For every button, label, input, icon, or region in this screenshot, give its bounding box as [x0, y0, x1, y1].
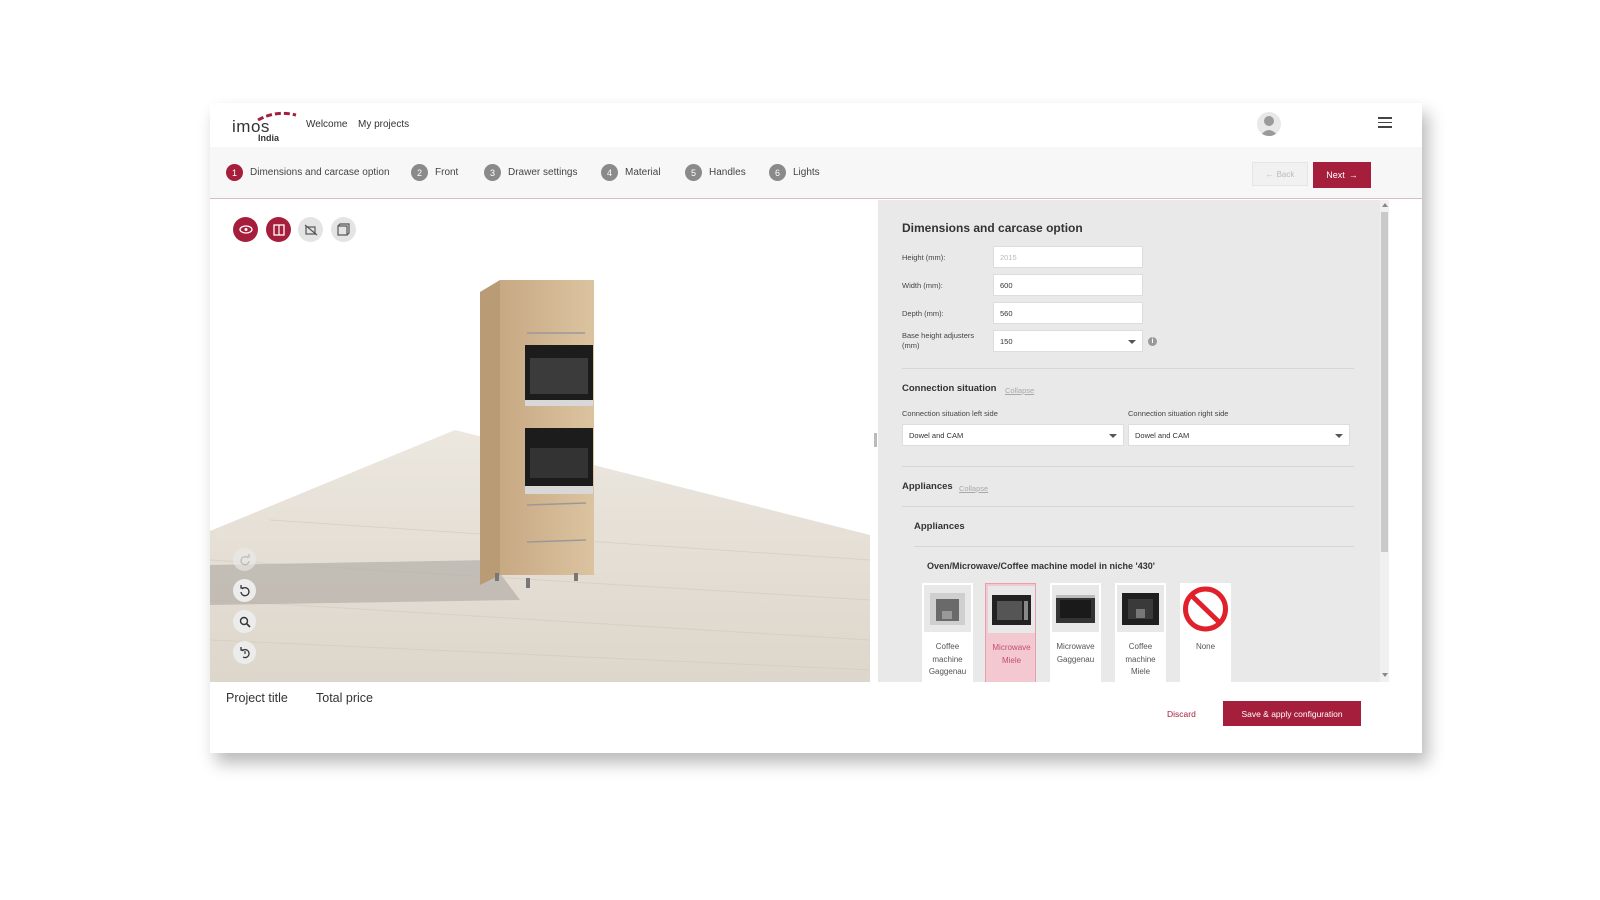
appliance-label: Coffee machine Miele [1125, 642, 1156, 676]
footer-bar: Project title Total price Discard Save &… [210, 682, 1422, 753]
step-label: Handles [709, 167, 746, 178]
appliance-card-coffee-gaggenau[interactable]: Coffee machine Gaggenau [922, 583, 973, 683]
step-label: Drawer settings [508, 167, 578, 178]
door-icon[interactable] [266, 217, 291, 242]
step-handles[interactable]: 5 Handles [685, 164, 746, 181]
depth-label: Depth (mm): [902, 309, 944, 318]
save-apply-button[interactable]: Save & apply configuration [1223, 701, 1361, 726]
divider [914, 546, 1354, 547]
appliance-card-microwave-miele[interactable]: Microwave Miele [985, 583, 1036, 683]
step-number: 1 [226, 164, 243, 181]
appliance-label: None [1195, 642, 1216, 651]
connection-left-select[interactable]: Dowel and CAM [902, 424, 1124, 446]
cabinet-3d-scene [210, 280, 870, 682]
back-label: Back [1276, 169, 1295, 179]
coffee-machine-icon [924, 585, 971, 632]
step-number: 2 [411, 164, 428, 181]
hide-door-icon[interactable] [298, 217, 323, 242]
step-lights[interactable]: 6 Lights [769, 164, 820, 181]
scrollbar-thumb[interactable] [1381, 212, 1388, 552]
nav-welcome[interactable]: Welcome [306, 119, 348, 130]
scroll-down-icon[interactable] [1382, 673, 1388, 677]
height-input[interactable]: 2015 [993, 246, 1143, 268]
appliance-label: Coffee machine Gaggenau [928, 642, 967, 676]
connection-collapse-link[interactable]: Collapse [1005, 386, 1034, 395]
reset-view-icon[interactable] [233, 641, 256, 664]
coffee-machine-icon [1117, 585, 1164, 632]
step-label: Front [435, 167, 459, 178]
connection-section-title: Connection situation [902, 383, 997, 394]
panel-title: Dimensions and carcase option [902, 221, 1083, 235]
step-number: 6 [769, 164, 786, 181]
project-title: Project title [226, 691, 288, 705]
divider [902, 368, 1354, 369]
step-label: Dimensions and carcase option [250, 167, 390, 178]
connection-left-value: Dowel and CAM [909, 430, 964, 440]
appliance-card-coffee-miele[interactable]: Coffee machine Miele [1115, 583, 1166, 683]
connection-right-value: Dowel and CAM [1135, 430, 1190, 440]
width-input[interactable]: 600 [993, 274, 1143, 296]
niche-title: Oven/Microwave/Coffee machine model in n… [927, 561, 1155, 571]
magnifier-icon[interactable] [233, 610, 256, 633]
eye-icon[interactable] [233, 217, 258, 242]
step-number: 3 [484, 164, 501, 181]
step-front[interactable]: 2 Front [411, 164, 458, 181]
base-height-value: 150 [1000, 336, 1013, 346]
info-icon[interactable]: i [1148, 337, 1157, 346]
base-height-label: Base height adjusters (mm) [902, 331, 975, 350]
appliances-subsection-title: Appliances [914, 521, 965, 532]
next-button[interactable]: Next → [1313, 162, 1371, 188]
step-material[interactable]: 4 Material [601, 164, 661, 181]
divider [902, 466, 1354, 467]
redo-icon[interactable] [233, 548, 256, 571]
nav-my-projects[interactable]: My projects [358, 119, 409, 130]
back-button[interactable]: ← Back [1252, 162, 1308, 186]
no-entry-icon [1182, 585, 1229, 632]
base-height-select[interactable]: 150 [993, 330, 1143, 352]
appliances-section-title: Appliances [902, 481, 953, 492]
microwave-icon [1052, 585, 1099, 632]
next-label: Next [1326, 170, 1345, 180]
hamburger-icon[interactable] [1378, 117, 1392, 129]
appliances-collapse-link[interactable]: Collapse [959, 484, 988, 493]
logo-sub: India [258, 133, 280, 143]
step-label: Material [625, 167, 661, 178]
undo-icon[interactable] [233, 579, 256, 602]
step-dimensions[interactable]: 1 Dimensions and carcase option [226, 164, 390, 181]
3d-viewport[interactable] [210, 200, 870, 682]
top-header: imos India Welcome My projects [210, 103, 1422, 147]
user-icon[interactable] [1257, 112, 1281, 136]
connection-right-select[interactable]: Dowel and CAM [1128, 424, 1350, 446]
microwave-icon [988, 586, 1035, 633]
arrow-right-icon: → [1348, 170, 1358, 180]
chevron-down-icon [1109, 434, 1117, 438]
appliance-label: Microwave Miele [992, 643, 1031, 665]
step-number: 5 [685, 164, 702, 181]
connection-right-label: Connection situation right side [1128, 409, 1229, 418]
appliance-card-microwave-gaggenau[interactable]: Microwave Gaggenau [1050, 583, 1101, 683]
arrow-left-icon: ← [1265, 169, 1274, 179]
chevron-down-icon [1128, 340, 1136, 344]
height-label: Height (mm): [902, 253, 946, 262]
depth-input[interactable]: 560 [993, 302, 1143, 324]
panel-splitter-handle[interactable] [874, 433, 877, 447]
imos-logo[interactable]: imos India [232, 111, 302, 145]
divider [902, 506, 1354, 507]
step-number: 4 [601, 164, 618, 181]
scroll-up-icon[interactable] [1382, 203, 1388, 207]
step-bar: 1 Dimensions and carcase option 2 Front … [210, 147, 1422, 199]
step-label: Lights [793, 167, 820, 178]
configurator-window: imos India Welcome My projects 1 Dimensi… [210, 103, 1422, 753]
width-label: Width (mm): [902, 281, 943, 290]
step-drawer-settings[interactable]: 3 Drawer settings [484, 164, 577, 181]
discard-button[interactable]: Discard [1167, 709, 1196, 719]
cube-icon[interactable] [331, 217, 356, 242]
total-price: Total price [316, 691, 373, 705]
appliance-card-none[interactable]: None [1180, 583, 1231, 683]
chevron-down-icon [1335, 434, 1343, 438]
connection-left-label: Connection situation left side [902, 409, 998, 418]
panel-scrollbar[interactable] [1380, 200, 1389, 682]
appliance-label: Microwave Gaggenau [1056, 642, 1095, 664]
